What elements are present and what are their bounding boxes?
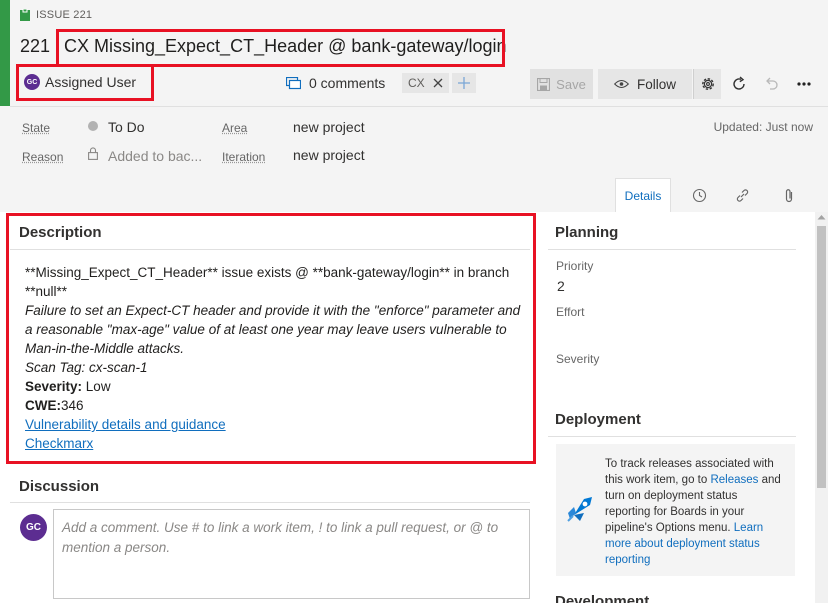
- discussion-avatar: GC: [20, 514, 47, 541]
- work-item-title[interactable]: CX Missing_Expect_CT_Header @ bank-gatew…: [64, 36, 507, 57]
- save-button[interactable]: Save: [530, 69, 593, 99]
- description-severity: Severity: Low: [25, 377, 111, 396]
- description-line: Man-in-the-Middle attacks.: [25, 339, 184, 358]
- comment-input[interactable]: Add a comment. Use # to link a work item…: [53, 509, 530, 599]
- development-title: Development: [555, 593, 649, 603]
- updated-timestamp: Updated: Just now: [714, 120, 813, 134]
- add-tag-button[interactable]: [452, 73, 476, 93]
- more-actions-button[interactable]: [792, 69, 816, 99]
- comment-icon: [286, 77, 301, 90]
- state-label: State: [22, 121, 50, 135]
- area-value[interactable]: new project: [293, 119, 365, 135]
- deployment-divider: [548, 436, 796, 437]
- reason-value: Added to bac...: [108, 148, 202, 164]
- refresh-icon: [731, 76, 747, 92]
- description-line: a reasonable "max-age" value of at least…: [25, 320, 507, 339]
- deployment-text: To track releases associated with this w…: [605, 456, 785, 568]
- comments-count: 0 comments: [309, 75, 385, 91]
- description-line: **null**: [25, 282, 67, 301]
- state-value[interactable]: To Do: [108, 119, 145, 135]
- plus-icon: [458, 77, 470, 89]
- scroll-up-arrow-icon[interactable]: [817, 214, 826, 220]
- area-label: Area: [222, 121, 247, 135]
- undo-icon: [764, 76, 780, 92]
- checkmarx-link-row: Checkmarx: [25, 434, 93, 453]
- history-icon: [692, 188, 707, 203]
- releases-link[interactable]: Releases: [710, 474, 758, 486]
- link-icon: [735, 188, 750, 203]
- effort-input[interactable]: [556, 322, 786, 342]
- iteration-label: Iteration: [222, 150, 265, 164]
- work-item-type-color-bar: [0, 0, 10, 106]
- gear-icon: [700, 76, 716, 92]
- save-icon: [537, 78, 550, 91]
- save-label: Save: [556, 77, 586, 92]
- severity-input[interactable]: [556, 369, 786, 389]
- paperclip-icon: [783, 188, 795, 203]
- description-title: Description: [19, 224, 102, 241]
- reason-label: Reason: [22, 150, 63, 164]
- tag-label: CX: [408, 76, 425, 90]
- planning-title: Planning: [555, 224, 618, 241]
- assigned-user-avatar: GC: [24, 74, 40, 90]
- checkmarx-link[interactable]: Checkmarx: [25, 436, 93, 451]
- description-line: **Missing_Expect_CT_Header** issue exist…: [25, 263, 509, 282]
- vulnerability-details-link-row: Vulnerability details and guidance: [25, 415, 226, 434]
- severity-label: Severity: [556, 352, 599, 366]
- clipboard-icon: [20, 9, 30, 21]
- undo-button[interactable]: [760, 69, 784, 99]
- description-divider: [10, 249, 530, 250]
- tab-attachments[interactable]: [761, 178, 817, 212]
- deployment-title: Deployment: [555, 411, 641, 428]
- settings-button[interactable]: [693, 69, 721, 99]
- work-item-type-label: ISSUE 221: [36, 9, 92, 21]
- description-cwe: CWE:346: [25, 396, 84, 415]
- state-indicator-icon: [88, 121, 98, 131]
- scrollbar-thumb[interactable]: [817, 226, 826, 488]
- header-divider: [10, 106, 828, 107]
- follow-label: Follow: [637, 77, 676, 92]
- priority-label: Priority: [556, 259, 593, 273]
- vulnerability-details-link[interactable]: Vulnerability details and guidance: [25, 417, 226, 432]
- tab-details[interactable]: Details: [615, 178, 671, 212]
- work-item-type: ISSUE 221: [20, 9, 92, 21]
- effort-label: Effort: [556, 305, 584, 319]
- iteration-value[interactable]: new project: [293, 147, 365, 163]
- priority-value[interactable]: 2: [557, 278, 565, 294]
- lock-icon: [88, 147, 98, 160]
- more-icon: [797, 82, 811, 86]
- close-icon[interactable]: [433, 78, 443, 88]
- follow-button[interactable]: Follow: [598, 69, 692, 99]
- discussion-divider: [10, 502, 530, 503]
- planning-divider: [548, 249, 796, 250]
- tag-cx[interactable]: CX: [402, 73, 449, 93]
- work-item-id: 221: [20, 36, 50, 57]
- refresh-button[interactable]: [727, 69, 751, 99]
- assigned-user-name[interactable]: Assigned User: [45, 74, 136, 90]
- discussion-title: Discussion: [19, 478, 99, 495]
- comments-link[interactable]: 0 comments: [286, 75, 385, 91]
- description-line: Scan Tag: cx-scan-1: [25, 358, 148, 377]
- eye-icon: [614, 79, 629, 89]
- description-line: Failure to set an Expect-CT header and p…: [25, 301, 520, 320]
- rocket-icon: [564, 493, 596, 525]
